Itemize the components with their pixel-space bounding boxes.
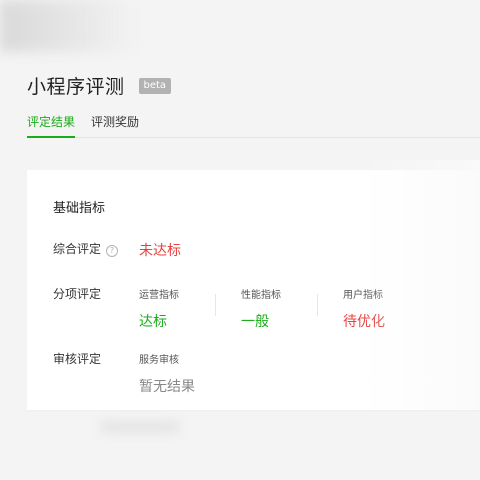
metric-performance-value: 一般 bbox=[241, 314, 269, 330]
title-row: 小程序评测 beta bbox=[27, 72, 172, 99]
service-review-label: 服务审核 bbox=[139, 355, 179, 366]
overall-rating-label: 综合评定 bbox=[53, 242, 102, 256]
right-edge-shade bbox=[360, 160, 480, 410]
metric-divider bbox=[317, 294, 318, 316]
tab-bar: 评定结果 评测奖励 bbox=[27, 114, 480, 138]
blurred-footer-area bbox=[100, 420, 180, 434]
review-rating-label: 审核评定 bbox=[53, 352, 102, 366]
overall-rating-row: 综合评定? bbox=[53, 240, 119, 257]
beta-badge: beta bbox=[138, 77, 172, 94]
page-title: 小程序评测 bbox=[27, 76, 125, 98]
metric-service-review: 服务审核 暂无结果 bbox=[139, 351, 195, 396]
tab-evaluation-reward[interactable]: 评测奖励 bbox=[91, 114, 139, 138]
section-title: 基础指标 bbox=[53, 201, 106, 216]
service-review-value: 暂无结果 bbox=[139, 379, 195, 395]
overall-rating-value: 未达标 bbox=[139, 243, 181, 259]
tab-evaluation-result[interactable]: 评定结果 bbox=[27, 114, 76, 138]
metric-operation-value: 达标 bbox=[139, 314, 167, 330]
metric-performance: 性能指标 一般 bbox=[241, 286, 281, 331]
question-circle-icon[interactable]: ? bbox=[106, 244, 119, 257]
page: 小程序评测 beta 评定结果 评测奖励 基础指标 综合评定? 未达标 分项评定… bbox=[0, 0, 480, 480]
blurred-header-area bbox=[0, 0, 140, 52]
metric-operation: 运营指标 达标 bbox=[139, 286, 179, 331]
sub-rating-label: 分项评定 bbox=[53, 287, 102, 301]
metric-operation-label: 运营指标 bbox=[139, 290, 179, 301]
metric-divider bbox=[215, 294, 216, 316]
metric-performance-label: 性能指标 bbox=[241, 290, 281, 301]
